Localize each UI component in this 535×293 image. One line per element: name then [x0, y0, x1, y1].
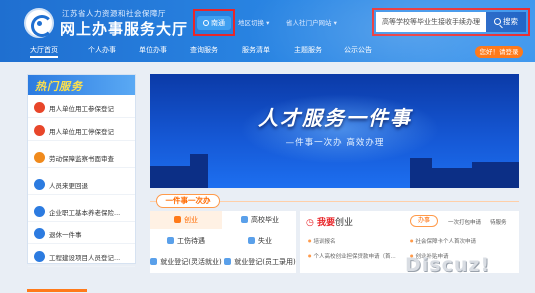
service-row[interactable]: 培训报名: [308, 237, 336, 245]
skyline-shape: [432, 168, 472, 188]
city-selector[interactable]: 南通: [197, 16, 231, 30]
hot-item-label: 用人单位用工停保登记: [49, 128, 114, 136]
badge-icon: [34, 228, 45, 239]
i-want-label: 我要: [317, 218, 336, 228]
hot-item-label: 用人单位用工参保登记: [49, 105, 114, 113]
region-toggle[interactable]: 地区切换 ▾: [238, 17, 269, 27]
service-row[interactable]: 个人高校创业担保贷款申请（首...: [308, 252, 396, 260]
nav-unit[interactable]: 单位办事: [139, 45, 167, 55]
rocket-icon: [174, 216, 181, 223]
hot-item-label: 企业职工基本养老保险...: [49, 209, 121, 217]
nav-announcements[interactable]: 公示公告: [344, 45, 372, 55]
i-want-subject: 创业: [335, 218, 354, 228]
category-graduates[interactable]: 高校毕业: [224, 211, 296, 229]
hot-item[interactable]: 人员来更回退: [28, 174, 135, 195]
refresh-icon: [34, 179, 45, 190]
search-highlight: [372, 8, 530, 36]
medical-icon: [167, 237, 174, 244]
shield-icon: [34, 152, 45, 163]
hot-item[interactable]: 工程建设项目人员登记...: [28, 246, 135, 267]
hot-item-label: 人员来更回退: [49, 182, 88, 190]
building-icon: [34, 251, 45, 262]
service-row[interactable]: 社会保障卡个人首次申请: [410, 237, 477, 245]
category-label: 创业: [184, 216, 198, 224]
do-business-button[interactable]: 办事: [410, 215, 438, 227]
hot-item[interactable]: 劳动保障监察书面审查: [28, 147, 135, 168]
onething-tab[interactable]: 一件事一次办: [156, 194, 220, 208]
hot-item[interactable]: 用人单位用工参保登记: [28, 97, 135, 118]
category-label: 就业登记(灵活就业): [160, 258, 222, 266]
category-label: 高校毕业: [251, 216, 279, 224]
search-button-label: 搜索: [503, 17, 518, 26]
hot-item-label: 劳动保障监察书面审查: [49, 155, 114, 163]
category-flexible-employment[interactable]: 就业登记(灵活就业): [150, 253, 222, 271]
search-button[interactable]: 搜索: [486, 12, 526, 32]
hot-services-panel: 热门服务 用人单位用工参保登记 用人单位用工停保登记 劳动保障监察书面审查 人员…: [27, 74, 136, 267]
hot-item-label: 退休一件事: [49, 231, 82, 239]
category-staff-hiring[interactable]: 就业登记(员工录用): [224, 253, 296, 271]
hot-item[interactable]: 企业职工基本养老保险...: [28, 201, 135, 222]
nav-personal[interactable]: 个人办事: [88, 45, 116, 55]
hot-item[interactable]: 退休一件事: [28, 223, 135, 244]
nav-home[interactable]: 大厅首页: [30, 45, 58, 58]
id-card-icon: [150, 258, 158, 265]
search-icon: [494, 18, 501, 25]
city-label: 南通: [211, 19, 225, 27]
nav-theme-service[interactable]: 主题服务: [294, 45, 322, 55]
hot-services-title: 热门服务: [35, 80, 83, 93]
site-title[interactable]: 网上办事服务大厅: [60, 18, 188, 39]
search-input[interactable]: [376, 12, 486, 32]
id-card-icon: [224, 258, 232, 265]
gear-icon: [34, 206, 45, 217]
hot-item[interactable]: 用人单位用工停保登记: [28, 120, 135, 141]
category-label: 工伤待遇: [177, 237, 205, 245]
pending-service-link[interactable]: 待服务: [490, 218, 507, 226]
bottom-strip: [0, 281, 535, 293]
bundle-apply-link[interactable]: 一次打包申请: [448, 218, 481, 226]
hot-services-header: 热门服务: [28, 75, 135, 95]
i-want-title: ◷ 我要创业: [306, 215, 353, 228]
skyline-shape: [190, 154, 208, 188]
category-injury[interactable]: 工伤待遇: [150, 232, 222, 250]
hero-banner[interactable]: 人才服务一件事 —件事一次办 高效办理: [150, 74, 519, 188]
discuz-watermark: Discuz!: [405, 254, 491, 276]
nav-query[interactable]: 查询服务: [190, 45, 218, 55]
category-unemployment[interactable]: 失业: [224, 232, 296, 250]
category-grid: 创业 高校毕业 工伤待遇 失业 就业登记(灵活就业) 就业登记(员工录用): [150, 211, 296, 273]
person-icon: [34, 102, 45, 113]
graduation-icon: [241, 216, 248, 223]
category-label: 失业: [258, 237, 272, 245]
main-nav: 大厅首页 个人办事 单位办事 查询服务 服务清单 主题服务 公示公告: [0, 43, 535, 59]
nav-service-list[interactable]: 服务清单: [242, 45, 270, 55]
category-entrepreneurship[interactable]: 创业: [150, 211, 222, 229]
banner-title: 人才服务一件事: [258, 106, 412, 130]
provincial-portal-link[interactable]: 省人社门户网站 ▾: [286, 17, 337, 27]
carousel-dots[interactable]: [492, 178, 510, 188]
category-label: 就业登记(员工录用): [234, 258, 296, 266]
banner-subtitle: —件事一次办 高效办理: [285, 138, 385, 148]
login-button[interactable]: 您好！请登录: [475, 46, 523, 58]
clock-icon: ◷: [306, 218, 317, 228]
location-pin-icon: [203, 20, 209, 26]
person-icon: [34, 125, 45, 136]
skyline-shape: [150, 166, 190, 188]
skyline-shape: [410, 158, 432, 188]
ministry-emblem-icon: [24, 8, 54, 38]
hot-item-label: 工程建设项目人员登记...: [49, 254, 121, 262]
briefcase-icon: [248, 237, 255, 244]
